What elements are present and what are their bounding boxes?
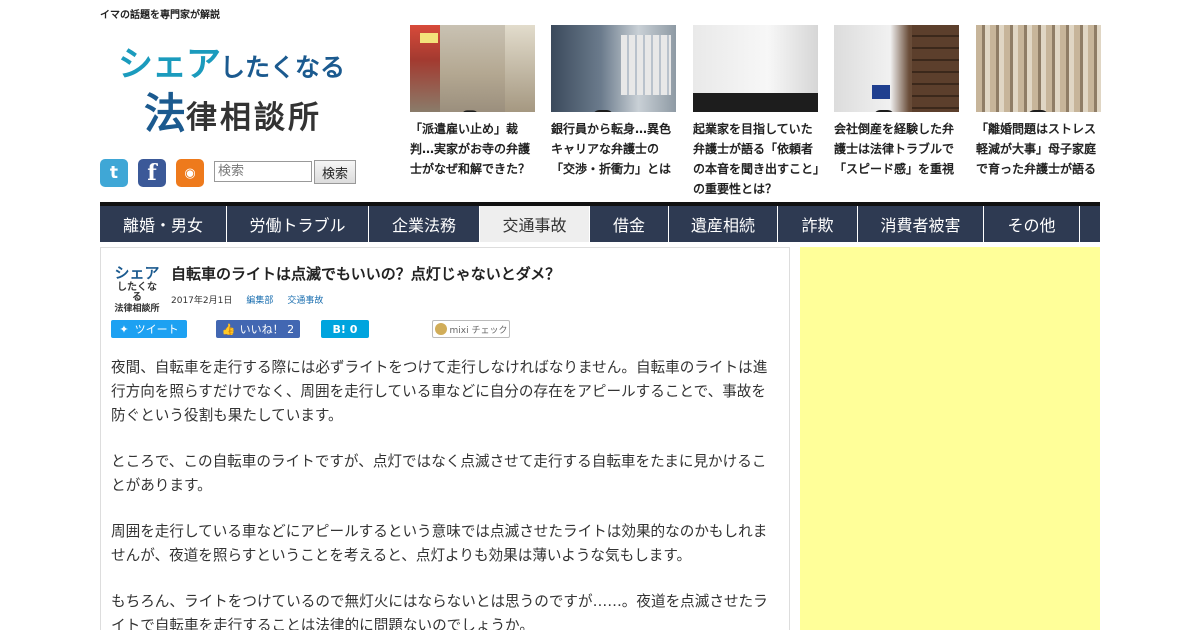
nav-item-corporate[interactable]: 企業法務 <box>369 206 480 242</box>
article-paragraph: 周囲を走行している車などにアピールするという意味では点滅させたライトは効果的なの… <box>111 523 768 564</box>
article-logo: シェア したくなる 法律相談所 <box>114 264 160 314</box>
mixi-check-button[interactable]: mixi チェック <box>432 320 510 338</box>
nav-item-consumer[interactable]: 消費者被害 <box>858 206 984 242</box>
feature-card[interactable]: 「派遣雇い止め」裁判…実家がお寺の弁護士がなぜ和解できた？ <box>410 25 536 179</box>
logo-ritsusoudansho: 律相談所 <box>186 100 323 136</box>
feature-card[interactable]: 起業家を目指していた弁護士が語る「依頼者の本音を聞き出すこと」の重要性とは？ <box>693 25 819 199</box>
logo-hou: 法 <box>144 89 187 138</box>
article-author-link[interactable]: 編集部 <box>246 293 273 306</box>
search-button[interactable]: 検索 <box>314 160 356 184</box>
article-category-link[interactable]: 交通事故 <box>287 293 323 306</box>
logo-share: シェア <box>118 45 221 85</box>
feature-card[interactable]: 「離婚問題はストレス軽減が大事」母子家庭で育った弁護士が語る <box>976 25 1102 179</box>
feature-thumbnail <box>976 25 1101 112</box>
feature-thumbnail <box>834 25 959 112</box>
feature-caption: 銀行員から転身…異色キャリアな弁護士の「交渉・折衝力」とは <box>551 122 672 176</box>
ad-banner[interactable] <box>800 247 1100 630</box>
site-logo[interactable]: シェアしたくなる 法律相談所 <box>118 36 358 138</box>
nav-item-divorce[interactable]: 離婚・男女 <box>100 206 227 242</box>
hatena-bookmark-button[interactable]: B! 0 <box>321 320 369 338</box>
page: イマの話題を専門家が解説 シェアしたくなる 法律相談所 t f ◉ 検索 「派遣… <box>100 0 1102 630</box>
feature-card[interactable]: 会社倒産を経験した弁護士は法律トラブルで「スピード感」を重視 <box>834 25 960 179</box>
article-paragraph: もちろん、ライトをつけているので無灯火にはならないとは思うのですが……。夜道を点… <box>111 593 768 630</box>
nav-item-fraud[interactable]: 詐欺 <box>778 206 858 242</box>
logo-shitakunaru: したくなる <box>220 53 346 82</box>
nav-item-labor[interactable]: 労働トラブル <box>227 206 369 242</box>
feature-caption: 起業家を目指していた弁護士が語る「依頼者の本音を聞き出すこと」の重要性とは？ <box>693 122 820 196</box>
feature-thumbnail <box>693 25 818 112</box>
facebook-like-button[interactable]: 👍 いいね！ 2 <box>216 320 300 338</box>
search-input[interactable] <box>214 161 312 182</box>
twitter-icon[interactable]: t <box>100 159 128 187</box>
feature-thumbnail <box>410 25 535 112</box>
article: シェア したくなる 法律相談所 自転車のライトは点滅でもいいの？点灯じゃないとダ… <box>100 247 790 630</box>
feature-caption: 会社倒産を経験した弁護士は法律トラブルで「スピード感」を重視 <box>834 122 955 176</box>
article-meta: 2017年2月1日 編集部 交通事故 <box>171 293 323 306</box>
thumbs-up-icon: 👍 <box>221 322 236 336</box>
site-tagline: イマの話題を専門家が解説 <box>100 10 220 21</box>
twitter-bird-icon: ✦ <box>119 322 129 336</box>
article-paragraph: 夜間、自転車を走行する際には必ずライトをつけて走行しなければなりません。自転車の… <box>111 359 768 424</box>
feature-caption: 「派遣雇い止め」裁判…実家がお寺の弁護士がなぜ和解できた？ <box>410 122 531 176</box>
article-date: 2017年2月1日 <box>171 296 233 306</box>
mixi-icon <box>434 323 447 335</box>
category-nav: 離婚・男女 労働トラブル 企業法務 交通事故 借金 遺産相続 詐欺 消費者被害 … <box>100 202 1100 242</box>
nav-item-debt[interactable]: 借金 <box>590 206 669 242</box>
nav-item-other[interactable]: その他 <box>984 206 1080 242</box>
social-links: t f ◉ <box>100 159 204 187</box>
feature-caption: 「離婚問題はストレス軽減が大事」母子家庭で育った弁護士が語る <box>976 122 1097 176</box>
article-paragraph: ところで、この自転車のライトですが、点灯ではなく点滅させて走行する自転車をたまに… <box>111 453 767 494</box>
nav-item-traffic-accident[interactable]: 交通事故 <box>480 206 590 242</box>
nav-item-inheritance[interactable]: 遺産相続 <box>669 206 778 242</box>
feature-card[interactable]: 銀行員から転身…異色キャリアな弁護士の「交渉・折衝力」とは <box>551 25 677 179</box>
article-body: 夜間、自転車を走行する際には必ずライトをつけて走行しなければなりません。自転車の… <box>111 356 775 630</box>
search-form: 検索 <box>214 160 356 184</box>
rss-icon[interactable]: ◉ <box>176 159 204 187</box>
article-title: 自転車のライトは点滅でもいいの？点灯じゃないとダメ？ <box>171 265 561 283</box>
tweet-button[interactable]: ✦ ツイート <box>111 320 187 338</box>
facebook-icon[interactable]: f <box>138 159 166 187</box>
feature-thumbnail <box>551 25 676 112</box>
